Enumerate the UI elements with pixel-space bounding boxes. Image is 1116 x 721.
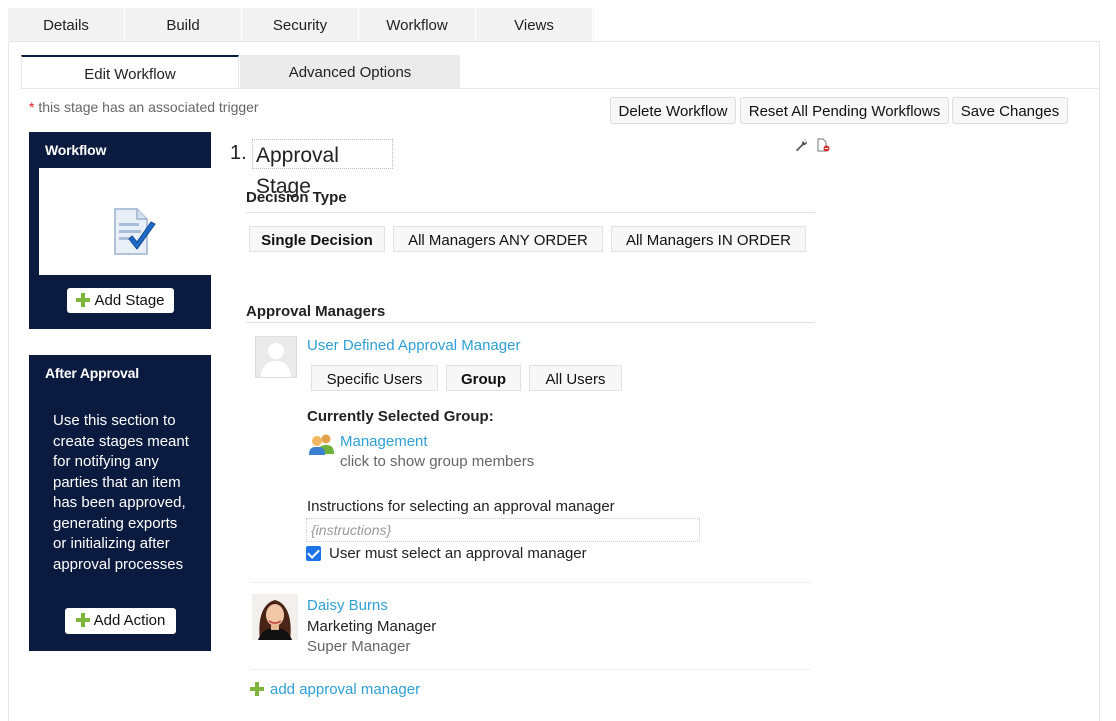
workflow-document-icon (114, 208, 156, 255)
plus-icon (75, 613, 90, 627)
group-option[interactable]: Group (446, 365, 521, 391)
trigger-note-text: this stage has an associated trigger (34, 99, 259, 115)
divider (8, 41, 9, 721)
tab-views[interactable]: Views (476, 8, 593, 41)
instructions-input[interactable]: {instructions} (306, 518, 700, 542)
workflow-panel-title: Workflow (45, 142, 107, 158)
avatar (252, 594, 298, 640)
tab-details[interactable]: Details (8, 8, 125, 41)
delete-stage-icon[interactable] (816, 138, 830, 152)
add-stage-button[interactable]: Add Stage (67, 288, 174, 313)
manager-role: Super Manager (307, 638, 411, 655)
stage-number: 1. (230, 142, 247, 164)
all-users-option[interactable]: All Users (529, 365, 622, 391)
after-approval-description: Use this section to create stages meant … (53, 412, 189, 573)
tab-workflow[interactable]: Workflow (359, 8, 476, 41)
top-tab-bar: Details Build Security Workflow Views (8, 8, 594, 41)
add-stage-label: Add Stage (94, 292, 165, 309)
decision-any-order-option[interactable]: All Managers ANY ORDER (393, 226, 603, 252)
group-name-link[interactable]: Management (340, 433, 428, 450)
tab-advanced-options[interactable]: Advanced Options (240, 55, 460, 88)
reset-pending-workflows-button[interactable]: Reset All Pending Workflows (740, 97, 949, 124)
add-approval-manager-label: add approval manager (270, 681, 421, 698)
trigger-note: * this stage has an associated trigger (29, 99, 259, 115)
decision-single-option[interactable]: Single Decision (249, 226, 385, 252)
save-changes-button[interactable]: Save Changes (952, 97, 1068, 124)
must-select-label: User must select an approval manager (329, 545, 587, 562)
tab-security[interactable]: Security (242, 8, 359, 41)
add-action-label: Add Action (93, 612, 166, 629)
plus-icon (250, 682, 264, 696)
divider (246, 322, 815, 323)
group-users-icon (309, 434, 334, 455)
instructions-label: Instructions for selecting an approval m… (307, 498, 615, 515)
must-select-checkbox[interactable] (306, 546, 321, 561)
divider (250, 669, 810, 670)
divider (8, 41, 1100, 42)
user-placeholder-icon (256, 337, 296, 377)
decision-type-heading: Decision Type (246, 189, 347, 206)
workflow-preview (39, 168, 211, 275)
stage-name[interactable]: Approval Stage (252, 139, 393, 198)
divider (250, 582, 810, 583)
wrench-icon[interactable] (794, 138, 808, 152)
decision-in-order-option[interactable]: All Managers IN ORDER (611, 226, 806, 252)
user-defined-approval-manager-link[interactable]: User Defined Approval Manager (307, 337, 520, 354)
divider (21, 88, 1100, 89)
selected-group-label: Currently Selected Group: (307, 408, 494, 425)
avatar (255, 336, 297, 378)
manager-title: Marketing Manager (307, 618, 437, 635)
divider (246, 212, 815, 213)
divider (1099, 41, 1100, 721)
after-approval-title: After Approval (45, 365, 139, 381)
approval-managers-heading: Approval Managers (246, 303, 386, 320)
tab-edit-workflow[interactable]: Edit Workflow (21, 55, 239, 88)
add-approval-manager-link[interactable]: add approval manager (250, 681, 420, 698)
tab-build[interactable]: Build (125, 8, 242, 41)
add-action-button[interactable]: Add Action (65, 608, 176, 634)
specific-users-option[interactable]: Specific Users (311, 365, 438, 391)
delete-workflow-button[interactable]: Delete Workflow (610, 97, 736, 124)
group-hint[interactable]: click to show group members (340, 453, 534, 470)
plus-icon (76, 293, 91, 307)
manager-name-link[interactable]: Daisy Burns (307, 597, 388, 614)
